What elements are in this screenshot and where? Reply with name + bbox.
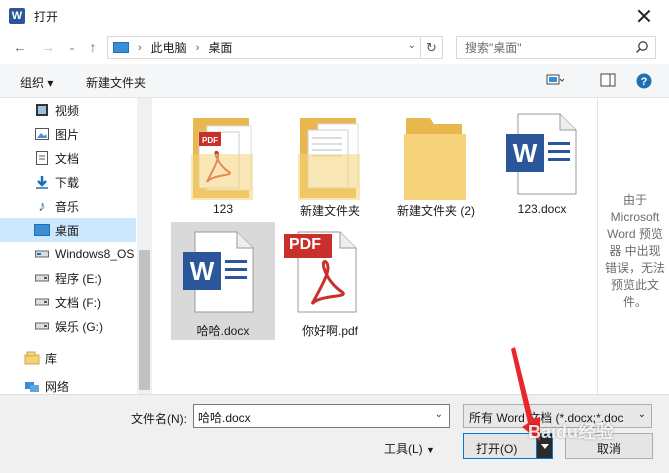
file-name: 哈哈.docx: [196, 324, 250, 338]
sidebar-label: 娱乐 (G:): [55, 319, 103, 334]
back-arrow-icon[interactable]: ←: [10, 37, 30, 57]
search-placeholder: 搜索"桌面": [465, 41, 522, 55]
sidebar-scrollbar[interactable]: [137, 98, 152, 394]
file-item[interactable]: 新建文件夹: [278, 106, 382, 220]
breadcrumb-desktop[interactable]: 桌面: [208, 39, 232, 56]
recent-locations-icon[interactable]: ⌄: [62, 37, 82, 57]
video-icon: [34, 102, 50, 118]
filename-value: 哈哈.docx: [198, 411, 251, 425]
up-arrow-icon[interactable]: ↑: [83, 37, 103, 57]
chevron-right-icon[interactable]: ›: [196, 42, 200, 54]
library-icon: [24, 350, 40, 366]
sidebar-item-windows8-os[interactable]: Windows8_OS: [0, 242, 136, 266]
address-bar[interactable]: › 此电脑 › 桌面 ⌄ ↻: [107, 36, 443, 59]
download-icon: [34, 174, 50, 190]
sidebar-label: 桌面: [55, 223, 80, 238]
chevron-down-icon[interactable]: ⌄: [435, 409, 443, 420]
sidebar-item-drive-f[interactable]: 文档 (F:): [0, 290, 136, 314]
word-app-icon: W: [9, 8, 25, 24]
svg-text:PDF: PDF: [202, 136, 218, 145]
chevron-down-icon[interactable]: ⌄: [638, 409, 646, 420]
new-folder-button[interactable]: 新建文件夹: [86, 74, 146, 91]
forward-arrow-icon[interactable]: →: [38, 37, 58, 57]
folder-icon: [298, 118, 360, 200]
svg-text:W: W: [513, 138, 538, 168]
search-input[interactable]: 搜索"桌面": [456, 36, 656, 59]
dropdown-triangle-icon: ▼: [426, 445, 435, 455]
preview-pane: 由于 Microsoft Word 预览器 中出现错误，无法预览此文件。: [597, 98, 669, 394]
sidebar-label: 下载: [55, 175, 80, 190]
file-name: 新建文件夹 (2): [396, 204, 475, 218]
file-name: 123.docx: [517, 202, 567, 216]
svg-text:?: ?: [641, 76, 648, 88]
folder-icon: [404, 118, 466, 200]
refresh-icon[interactable]: ↻: [420, 37, 442, 58]
file-item[interactable]: W 123.docx: [490, 106, 594, 220]
folder-icon: PDF: [191, 118, 253, 200]
sidebar-label: 程序 (E:): [55, 271, 102, 286]
drive-icon: [34, 318, 50, 334]
pictures-icon: [34, 126, 50, 142]
sidebar-item-music[interactable]: ♪ 音乐: [0, 194, 136, 218]
sidebar-item-network[interactable]: 网络: [0, 378, 136, 394]
documents-icon: [34, 150, 50, 166]
close-icon[interactable]: [635, 7, 653, 25]
pdf-badge: PDF: [289, 236, 321, 253]
sidebar-label: 图片: [55, 127, 80, 142]
sidebar-item-videos[interactable]: 视频: [0, 98, 136, 122]
filename-input[interactable]: 哈哈.docx ⌄: [193, 404, 450, 428]
file-item[interactable]: PDF 123: [171, 106, 275, 220]
sidebar-item-drive-e[interactable]: 程序 (E:): [0, 266, 136, 290]
sidebar-label: 文档 (F:): [55, 295, 101, 310]
command-toolbar: 组织 ▾ 新建文件夹 ?: [0, 64, 669, 98]
desktop-icon: [34, 222, 50, 238]
tools-label: 工具(L): [384, 442, 423, 456]
sidebar-label: 视频: [55, 103, 80, 118]
file-item[interactable]: 新建文件夹 (2): [384, 106, 488, 220]
navigation-bar: ← → ⌄ ↑ › 此电脑 › 桌面 ⌄ ↻ 搜索"桌面": [0, 32, 669, 62]
sidebar-item-desktop[interactable]: 桌面: [0, 218, 136, 242]
word-document-icon: W: [506, 113, 577, 195]
organize-label: 组织: [20, 76, 45, 90]
help-icon[interactable]: ?: [636, 73, 652, 89]
sidebar-label: 音乐: [55, 199, 80, 214]
filename-label: 文件名(N):: [131, 412, 187, 426]
computer-icon: [113, 42, 129, 53]
sidebar-label: 网络: [45, 380, 70, 394]
preview-pane-icon[interactable]: [600, 73, 616, 87]
file-item-selected[interactable]: W 哈哈.docx: [171, 222, 275, 340]
view-options-icon[interactable]: [546, 73, 564, 87]
file-name: 你好啊.pdf: [301, 324, 359, 338]
network-icon: [24, 378, 40, 394]
sidebar-item-downloads[interactable]: 下载: [0, 170, 136, 194]
file-name: 新建文件夹: [299, 204, 360, 218]
breadcrumb-this-pc[interactable]: 此电脑: [151, 39, 187, 56]
sidebar-item-documents[interactable]: 文档: [0, 146, 136, 170]
word-document-icon: W: [183, 231, 254, 313]
sidebar-item-drive-g[interactable]: 娱乐 (G:): [0, 314, 136, 338]
watermark: Baidu经验: [528, 422, 615, 442]
tools-button[interactable]: 工具(L) ▼: [384, 440, 435, 457]
sidebar-label: 文档: [55, 151, 80, 166]
organize-button[interactable]: 组织 ▾: [20, 74, 53, 91]
navigation-pane: 视频 图片 文档 下载 ♪ 音乐 桌面 Windows8_OS 程序 (E:) …: [0, 98, 152, 394]
file-item[interactable]: PDF 你好啊.pdf: [278, 222, 382, 340]
drive-icon: [34, 294, 50, 310]
chevron-right-icon[interactable]: ›: [138, 42, 142, 54]
scrollbar-thumb[interactable]: [139, 250, 150, 390]
sidebar-item-libraries[interactable]: 库: [0, 346, 136, 370]
preview-error-message: 由于 Microsoft Word 预览器 中出现错误，无法预览此文件。: [604, 193, 665, 309]
drive-icon: [34, 270, 50, 286]
search-icon[interactable]: [635, 40, 649, 54]
sidebar-label: Windows8_OS: [55, 247, 135, 261]
sidebar-label: 库: [45, 351, 58, 366]
drive-icon: [34, 246, 50, 262]
chevron-down-icon[interactable]: ⌄: [408, 40, 416, 51]
sidebar-item-pictures[interactable]: 图片: [0, 122, 136, 146]
title-bar: W 打开: [0, 0, 669, 32]
music-icon: ♪: [38, 197, 46, 215]
svg-text:W: W: [190, 256, 215, 286]
file-name: 123: [212, 202, 234, 216]
window-title: 打开: [34, 9, 59, 24]
